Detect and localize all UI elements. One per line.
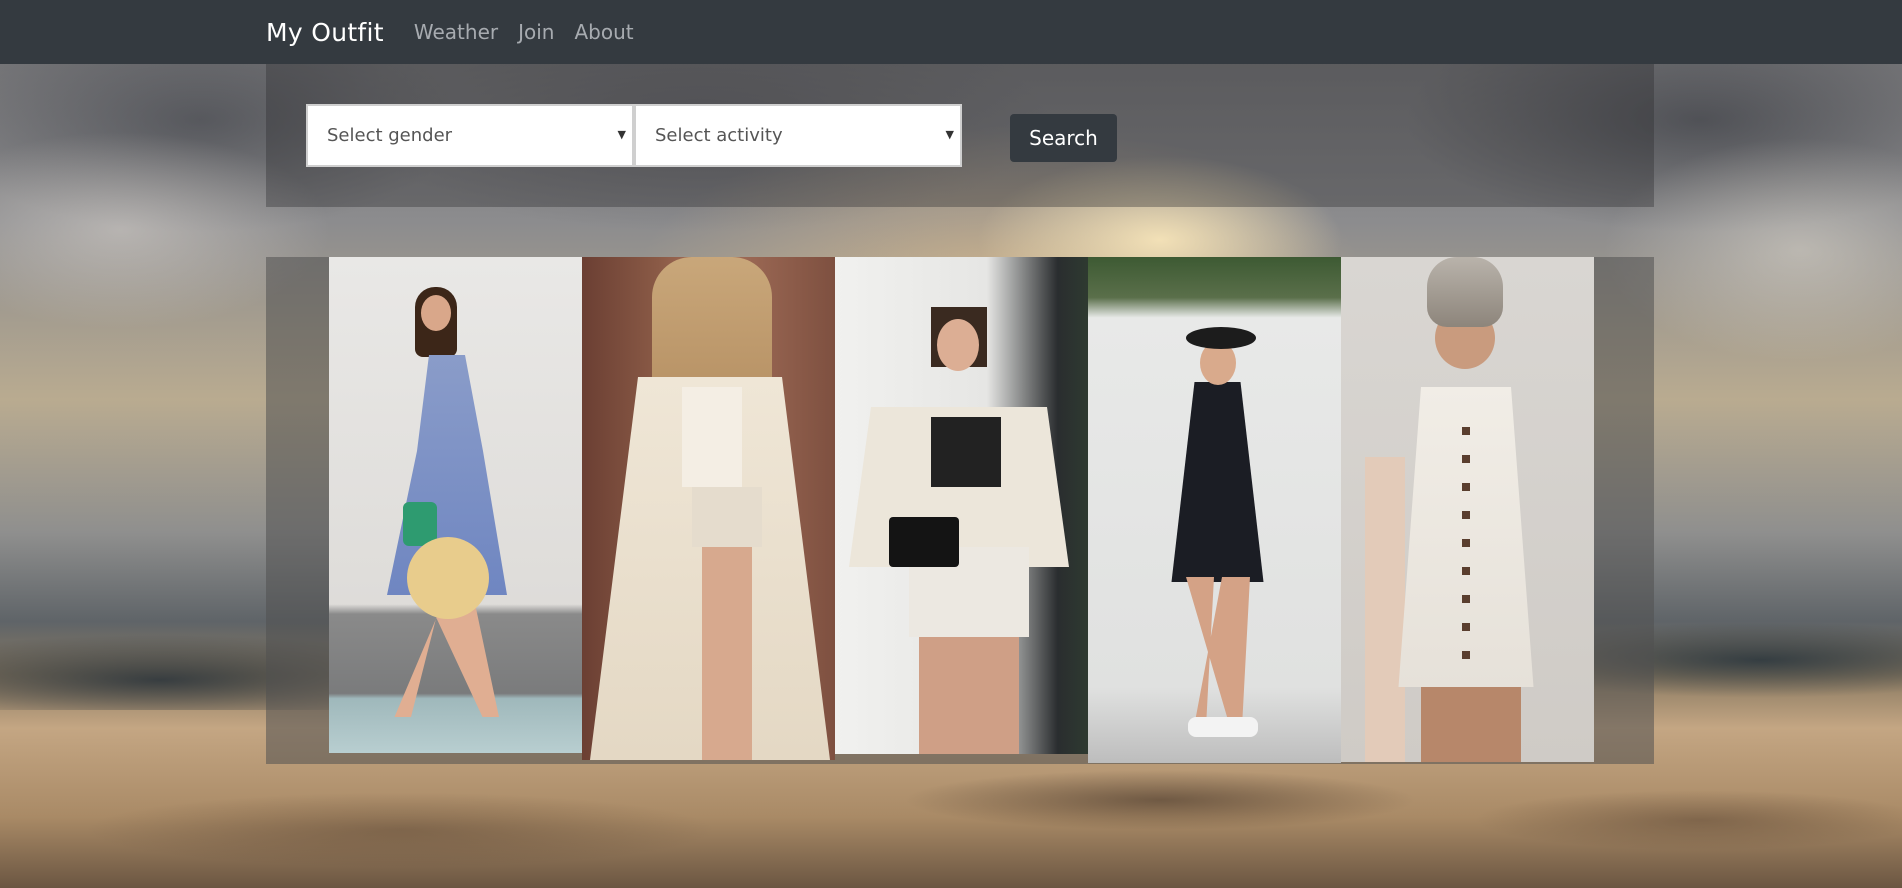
nav-link-join[interactable]: Join xyxy=(518,20,554,44)
search-button[interactable]: Search xyxy=(1010,114,1117,162)
outfit-gallery xyxy=(266,257,1654,764)
gender-select[interactable]: Select gender ▼ xyxy=(306,104,634,167)
figure-shoes xyxy=(1188,717,1258,737)
figure-buttons xyxy=(1462,427,1470,677)
outfit-photo-4[interactable] xyxy=(1088,257,1341,763)
outfit-photo-5[interactable] xyxy=(1341,257,1594,762)
activity-select[interactable]: Select activity ▼ xyxy=(634,104,962,167)
figure-head xyxy=(421,295,451,331)
figure-legs xyxy=(1186,577,1250,727)
outfit-photo-1[interactable] xyxy=(329,257,582,753)
figure-head xyxy=(937,319,979,371)
search-panel: Select gender ▼ Select activity ▼ Search xyxy=(266,64,1654,207)
figure-top xyxy=(931,417,1001,487)
outfit-photo-3[interactable] xyxy=(835,257,1088,754)
figure-legs xyxy=(1421,687,1521,762)
navbar: My Outfit Weather Join About xyxy=(0,0,1902,64)
figure-turban xyxy=(1427,257,1503,327)
figure-legs xyxy=(919,637,1019,754)
figure-cardigan xyxy=(1365,457,1405,762)
figure-shorts xyxy=(692,487,762,547)
figure-shirt xyxy=(682,387,742,487)
figure-dress xyxy=(1171,382,1264,582)
activity-select-label: Select activity xyxy=(655,125,783,146)
outfit-photo-2[interactable] xyxy=(582,257,835,760)
figure-hat xyxy=(407,537,489,619)
chevron-down-icon: ▼ xyxy=(945,128,954,141)
background-sand xyxy=(0,760,1902,888)
nav-link-weather[interactable]: Weather xyxy=(414,20,498,44)
brand-link[interactable]: My Outfit xyxy=(266,18,384,47)
nav-link-about[interactable]: About xyxy=(574,20,633,44)
figure-leg xyxy=(702,547,752,760)
gender-select-label: Select gender xyxy=(327,125,453,146)
figure-hat xyxy=(1186,327,1256,349)
chevron-down-icon: ▼ xyxy=(617,128,626,141)
figure-bag xyxy=(889,517,959,567)
